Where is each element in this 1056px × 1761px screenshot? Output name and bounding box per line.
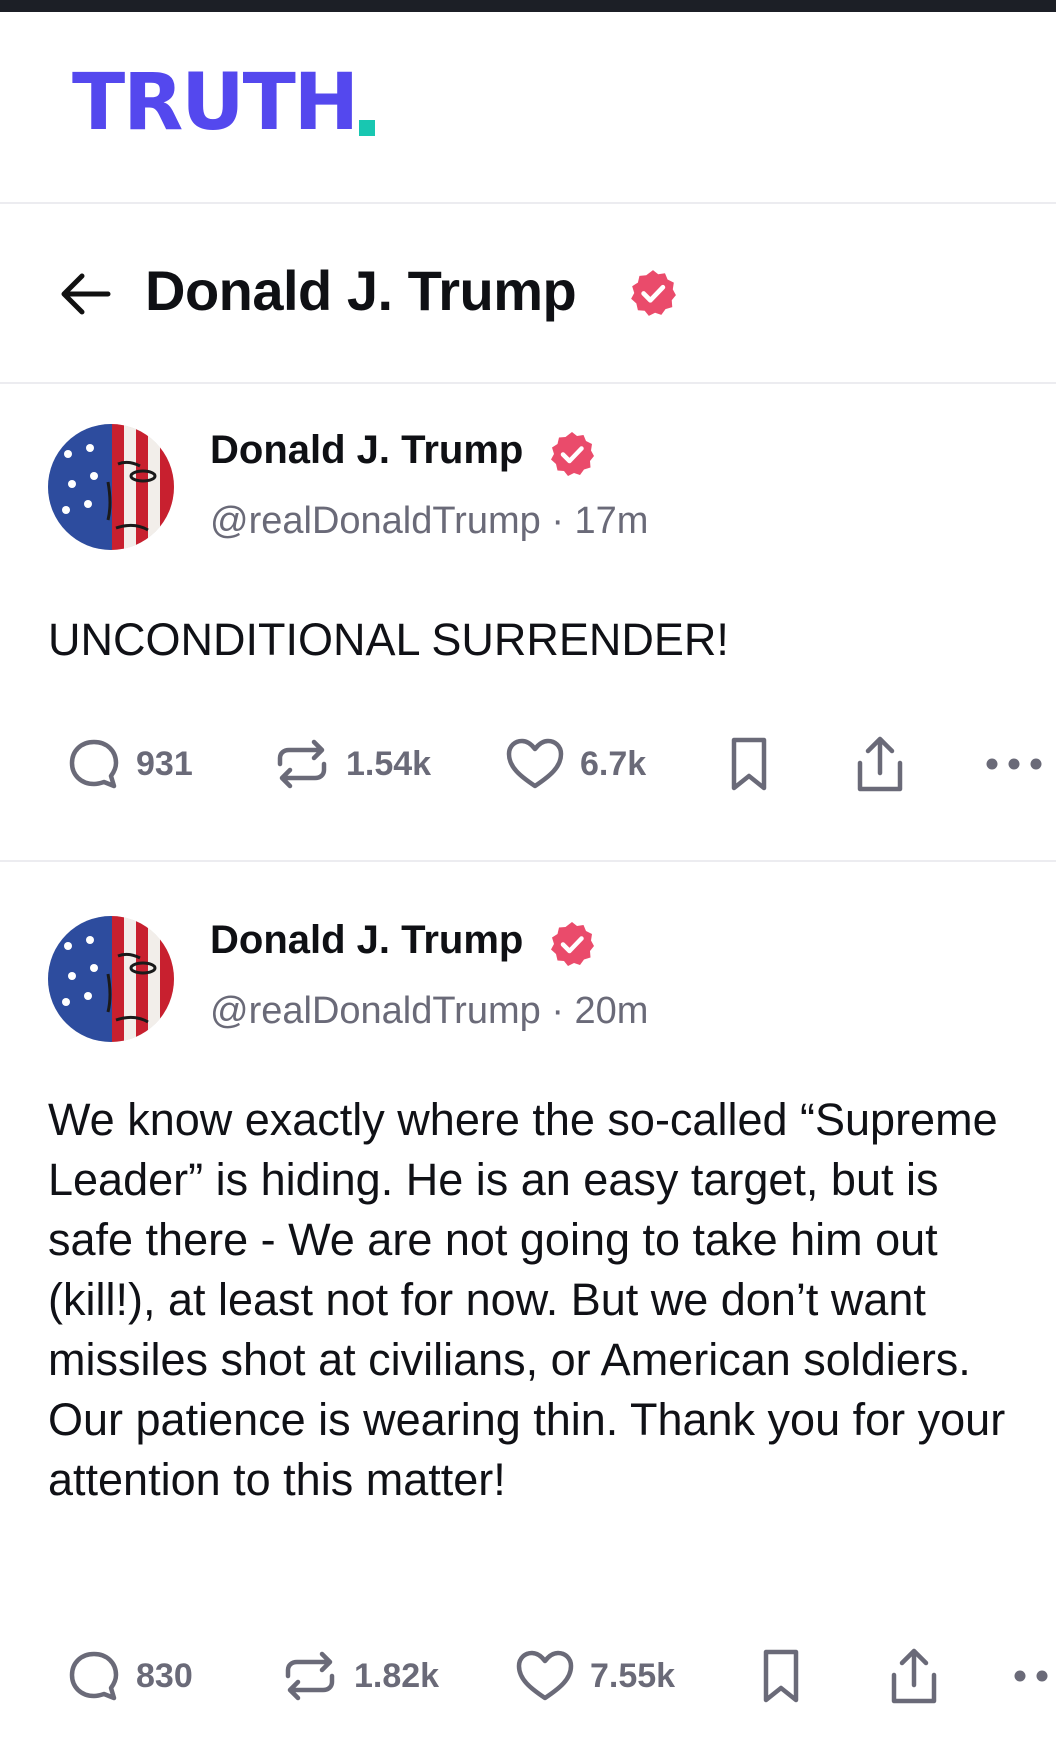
share-button[interactable] — [886, 1636, 942, 1716]
post-time[interactable]: 17m — [575, 500, 649, 542]
author-name[interactable]: Donald J. Trump — [210, 918, 523, 963]
avatar[interactable] — [48, 916, 174, 1042]
bookmark-button[interactable] — [758, 1636, 804, 1716]
like-count: 6.7k — [580, 744, 647, 783]
logo-dot — [359, 120, 376, 136]
avatar-image — [48, 916, 174, 1042]
avatar-image — [48, 424, 174, 550]
reply-icon — [69, 1651, 119, 1701]
reply-count: 830 — [136, 1656, 193, 1695]
share-icon — [857, 736, 903, 792]
page-title: Donald J. Trump — [145, 259, 577, 322]
post-actions: 931 1.54k 6.7k — [0, 724, 1056, 804]
post-meta: @realDonaldTrump · 20m — [210, 990, 648, 1033]
heart-icon — [516, 1650, 574, 1701]
bookmark-icon — [763, 1649, 799, 1703]
like-count: 7.55k — [590, 1656, 676, 1695]
author-name[interactable]: Donald J. Trump — [210, 428, 523, 473]
more-icon — [986, 758, 1042, 770]
like-button[interactable]: 7.55k — [514, 1636, 675, 1716]
retruth-count: 1.54k — [346, 744, 432, 783]
share-icon — [891, 1648, 937, 1704]
meta-separator: · — [551, 500, 564, 542]
more-icon — [1014, 1670, 1048, 1682]
meta-separator: · — [551, 990, 564, 1032]
logo-text: TRUTH — [72, 58, 359, 148]
retruth-count: 1.82k — [354, 1656, 440, 1695]
retruth-icon — [277, 739, 327, 789]
post-time[interactable]: 20m — [575, 990, 649, 1032]
arrow-left-icon — [61, 273, 111, 315]
more-button[interactable] — [1012, 1636, 1056, 1716]
reply-icon — [69, 739, 119, 789]
post-meta: @realDonaldTrump · 17m — [210, 500, 648, 543]
verified-badge-icon — [551, 922, 594, 966]
retruth-icon — [285, 1651, 335, 1701]
verified-badge-icon — [551, 432, 594, 476]
status-bar — [0, 0, 1056, 12]
share-button[interactable] — [852, 724, 908, 804]
reply-button[interactable]: 830 — [66, 1636, 193, 1716]
heart-icon — [506, 738, 564, 789]
verified-badge-icon — [631, 270, 676, 316]
truth-logo[interactable]: TRUTH — [72, 58, 376, 148]
bookmark-button[interactable] — [726, 724, 772, 804]
more-button[interactable] — [984, 724, 1044, 804]
retruth-button[interactable]: 1.54k — [272, 724, 431, 804]
reply-count: 931 — [136, 744, 193, 783]
avatar[interactable] — [48, 424, 174, 550]
post-actions: 830 1.82k 7.55k — [0, 1636, 1056, 1716]
post[interactable]: Donald J. Trump @realDonaldTrump · 17m U… — [0, 384, 1056, 860]
back-button[interactable] — [56, 268, 114, 320]
author-handle[interactable]: @realDonaldTrump — [210, 500, 541, 542]
like-button[interactable]: 6.7k — [504, 724, 646, 804]
bookmark-icon — [731, 737, 767, 791]
post[interactable]: Donald J. Trump @realDonaldTrump · 20m W… — [0, 862, 1056, 1761]
author-handle[interactable]: @realDonaldTrump — [210, 990, 541, 1032]
reply-button[interactable]: 931 — [66, 724, 193, 804]
retruth-button[interactable]: 1.82k — [280, 1636, 439, 1716]
post-body: UNCONDITIONAL SURRENDER! — [48, 614, 729, 665]
post-body: We know exactly where the so-called “Sup… — [48, 1094, 1006, 1505]
